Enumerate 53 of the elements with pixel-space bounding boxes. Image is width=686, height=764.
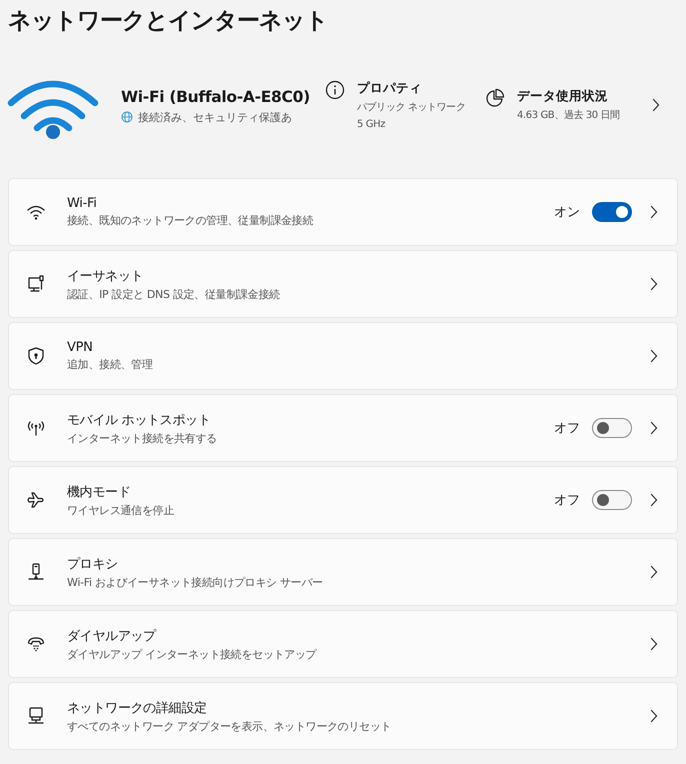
- row-title: ダイヤルアップ: [67, 628, 158, 644]
- globe-icon: [121, 111, 133, 123]
- chevron-icon[interactable]: [652, 98, 660, 112]
- settings-row[interactable]: ダイヤルアップ ダイヤルアップ インターネット接続をセットアップ: [8, 610, 678, 678]
- toggle-label: オン: [554, 204, 580, 221]
- toggle-label: オフ: [554, 492, 580, 509]
- chevron-icon[interactable]: [650, 637, 658, 651]
- toggle-switch[interactable]: [592, 202, 632, 222]
- row-title: プロキシ: [67, 556, 119, 572]
- row-title: VPN: [67, 340, 94, 355]
- row-description: ワイヤレス通信を停止: [67, 502, 176, 518]
- settings-row[interactable]: VPN 追加、接続、管理: [8, 322, 678, 390]
- chevron-icon[interactable]: [650, 565, 658, 579]
- row-title: Wi-Fi: [67, 196, 98, 211]
- chevron-icon[interactable]: [650, 205, 658, 219]
- network-name: Wi-Fi (Buffalo-A-E8C0): [121, 88, 311, 106]
- row-description: 追加、接続、管理: [67, 357, 154, 372]
- row-description: 接続、既知のネットワークの管理、従量制課金接続: [67, 213, 314, 228]
- row-description: 認証、IP 設定と DNS 設定、従量制課金接続: [67, 286, 281, 302]
- vpn-icon: [26, 346, 46, 366]
- property-text: パブリック ネットワーク: [357, 100, 466, 114]
- airplane-icon: [26, 490, 46, 510]
- row-description: すべてのネットワーク アダプターを表示、ネットワークのリセット: [67, 718, 392, 734]
- chevron-icon[interactable]: [650, 709, 658, 723]
- settings-row[interactable]: ネットワークの詳細設定 すべてのネットワーク アダプターを表示、ネットワークのリセット: [8, 682, 678, 750]
- chevron-icon[interactable]: [650, 349, 658, 363]
- chevron-icon[interactable]: [650, 277, 658, 291]
- row-description: ダイヤルアップ インターネット接続をセットアップ: [67, 646, 318, 662]
- row-title: 機内モード: [67, 484, 132, 500]
- row-description: Wi-Fi およびイーサネット接続向けプロキシ サーバー: [67, 574, 324, 590]
- chevron-icon[interactable]: [650, 421, 658, 435]
- info-icon[interactable]: [325, 80, 345, 100]
- settings-row[interactable]: プロキシ Wi-Fi およびイーサネット接続向けプロキシ サーバー: [8, 538, 678, 606]
- toggle-label: オフ: [554, 420, 580, 437]
- row-title: ネットワークの詳細設定: [67, 700, 208, 716]
- property-text: 5 GHz: [357, 118, 386, 132]
- row-description: インターネット接続を共有する: [67, 430, 218, 446]
- data-usage-text: 4.63 GB、過去 30 日間: [517, 108, 620, 123]
- pie-chart-icon[interactable]: [485, 88, 505, 108]
- ethernet-icon: [26, 274, 46, 294]
- properties-link[interactable]: プロパティ: [357, 80, 466, 96]
- toggle-switch[interactable]: [592, 418, 632, 438]
- row-title: モバイル ホットスポット: [67, 412, 212, 428]
- settings-row[interactable]: 機内モード ワイヤレス通信を停止 オフ: [8, 466, 678, 534]
- row-title: イーサネット: [67, 268, 144, 284]
- settings-row[interactable]: Wi-Fi 接続、既知のネットワークの管理、従量制課金接続 オン: [8, 178, 678, 246]
- chevron-icon[interactable]: [650, 493, 658, 507]
- page-title: ネットワークとインターネット: [7, 7, 329, 36]
- toggle-switch[interactable]: [592, 490, 632, 510]
- settings-row[interactable]: モバイル ホットスポット インターネット接続を共有する オフ: [8, 394, 678, 462]
- settings-row[interactable]: イーサネット 認証、IP 設定と DNS 設定、従量制課金接続: [8, 250, 678, 318]
- connection-status: 接続済み、セキュリティ保護あ: [138, 110, 292, 124]
- data-usage-link[interactable]: データ使用状況: [517, 88, 620, 105]
